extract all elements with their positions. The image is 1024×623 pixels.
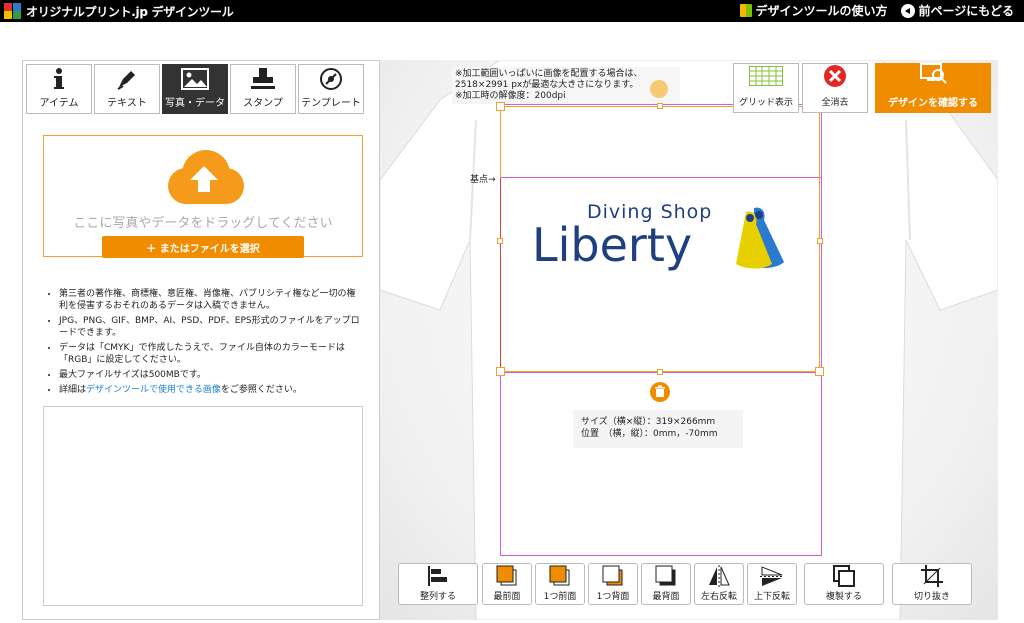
size-readout: サイズ（横×縦）：319×266mm bbox=[581, 417, 716, 427]
grid-toggle-button[interactable]: グリッド表示 bbox=[733, 63, 799, 113]
trash-icon[interactable] bbox=[650, 382, 670, 402]
tab-text[interactable]: テキスト bbox=[94, 64, 160, 114]
note-item: 最大ファイルサイズは500MBです。 bbox=[59, 369, 363, 381]
dropzone-text: ここに写真やデータをドラッグしてください bbox=[73, 216, 333, 231]
clear-button-label: 全消去 bbox=[821, 98, 849, 108]
resize-handle-bl[interactable] bbox=[496, 367, 505, 376]
resize-handle-left[interactable] bbox=[497, 238, 503, 244]
origin-point-label: 基点→ bbox=[470, 175, 496, 185]
top-bar: オリジナルプリント.jp デザインツール デザインツールの使い方 前ページにもど… bbox=[0, 0, 1024, 22]
confirm-design-button[interactable]: デザインを確認する bbox=[875, 63, 991, 113]
upload-dropzone[interactable]: ここに写真やデータをドラッグしてください ＋ またはファイルを選択 bbox=[43, 135, 363, 258]
logo-cubes-icon bbox=[4, 3, 22, 19]
back-link-label: 前ページにもどる bbox=[918, 4, 1014, 18]
resize-handle-tl[interactable] bbox=[496, 102, 505, 111]
tab-label: アイテム bbox=[39, 98, 79, 109]
tool-label: 上下反転 bbox=[753, 592, 790, 602]
tool-label: 1つ背面 bbox=[596, 592, 630, 602]
bring-forward-icon bbox=[549, 564, 571, 587]
duplicate-button[interactable]: 複製する bbox=[804, 563, 884, 605]
position-readout: 位置 （横，縦）：0mm，-70mm bbox=[581, 429, 718, 439]
send-backward-button[interactable]: 1つ背面 bbox=[588, 563, 638, 605]
tab-label: 写真・データ bbox=[165, 98, 225, 109]
note-line: ※加工時の解像度：200dpi bbox=[455, 91, 566, 101]
tool-label: 最背面 bbox=[652, 592, 680, 602]
grid-button-label: グリッド表示 bbox=[738, 98, 793, 108]
back-arrow-icon bbox=[901, 3, 916, 18]
resize-handle-bottom[interactable] bbox=[657, 369, 663, 375]
left-panel: アイテム テキスト 写真・データ スタンプ テンプレート ここに写真やデータをド… bbox=[22, 60, 380, 620]
book-icon bbox=[740, 4, 753, 17]
flip-horizontal-icon bbox=[707, 564, 731, 587]
uploaded-images-box[interactable] bbox=[43, 406, 363, 606]
flip-vertical-icon bbox=[760, 564, 784, 587]
stamp-icon bbox=[250, 66, 276, 92]
resize-handle-br[interactable] bbox=[815, 367, 824, 376]
note-line: 2518×2991 pxが最適な大きさになります。 bbox=[455, 80, 639, 90]
print-area-note: ※加工範囲いっぱいに画像を配置する場合は、 2518×2991 pxが最適な大き… bbox=[452, 67, 680, 104]
note-line: ※加工範囲いっぱいに画像を配置する場合は、 bbox=[455, 69, 643, 79]
tab-item[interactable]: アイテム bbox=[26, 64, 92, 114]
resize-handle-top[interactable] bbox=[657, 103, 663, 109]
tool-label: 1つ前面 bbox=[543, 592, 577, 602]
send-backward-icon bbox=[602, 564, 624, 587]
pen-icon bbox=[115, 66, 139, 92]
tool-label: 複製する bbox=[825, 592, 862, 602]
crop-button[interactable]: 切り抜き bbox=[892, 563, 972, 605]
bring-to-front-icon bbox=[496, 564, 518, 587]
image-icon bbox=[181, 66, 209, 92]
logo-text: オリジナルプリント.jp デザインツール bbox=[26, 4, 234, 19]
flip-horizontal-button[interactable]: 左右反転 bbox=[694, 563, 744, 605]
tool-label: 整列する bbox=[419, 592, 456, 602]
resize-handle-right[interactable] bbox=[817, 238, 823, 244]
cloud-upload-icon bbox=[156, 148, 252, 208]
duplicate-icon bbox=[833, 564, 855, 587]
tab-label: スタンプ bbox=[243, 98, 283, 109]
align-button[interactable]: 整列する bbox=[398, 563, 478, 605]
help-link[interactable]: デザインツールの使い方 bbox=[740, 2, 887, 19]
crop-icon bbox=[921, 564, 943, 587]
upload-notes: 第三者の著作権、商標権、意匠権、肖像権、パブリシティ権など一切の権利を侵害するお… bbox=[47, 288, 363, 399]
preview-monitor-icon bbox=[918, 63, 948, 88]
note-item: 第三者の著作権、商標権、意匠権、肖像権、パブリシティ権など一切の権利を侵害するお… bbox=[59, 288, 363, 312]
info-icon bbox=[52, 66, 66, 92]
logo-title: Liberty bbox=[532, 218, 693, 272]
tab-template[interactable]: テンプレート bbox=[298, 64, 364, 114]
diving-fins-icon bbox=[732, 206, 802, 272]
tool-label: 最前面 bbox=[493, 592, 521, 602]
send-to-back-button[interactable]: 最背面 bbox=[641, 563, 691, 605]
tab-photo-data[interactable]: 写真・データ bbox=[162, 64, 228, 114]
note-item: 詳細はデザインツールで使用できる画像をご参照ください。 bbox=[59, 384, 363, 396]
selection-edge-marker bbox=[500, 178, 501, 371]
design-canvas[interactable]: ※加工範囲いっぱいに画像を配置する場合は、 2518×2991 pxが最適な大き… bbox=[380, 60, 998, 620]
align-icon bbox=[427, 564, 449, 587]
note-text: 詳細は bbox=[59, 385, 87, 395]
note-text: をご参照ください。 bbox=[220, 385, 302, 395]
tool-label: 左右反転 bbox=[700, 592, 737, 602]
tool-label: 切り抜き bbox=[913, 592, 950, 602]
usable-images-link[interactable]: デザインツールで使用できる画像 bbox=[86, 385, 221, 395]
back-link[interactable]: 前ページにもどる bbox=[901, 2, 1014, 19]
site-logo[interactable]: オリジナルプリント.jp デザインツール bbox=[4, 2, 234, 20]
note-item: JPG、PNG、GIF、BMP、AI、PSD、PDF、EPS形式のファイルをアッ… bbox=[59, 315, 363, 339]
confirm-button-label: デザインを確認する bbox=[888, 98, 978, 109]
tool-tabs: アイテム テキスト 写真・データ スタンプ テンプレート bbox=[26, 64, 364, 114]
rotate-icon[interactable] bbox=[650, 80, 668, 98]
note-item: データは「CMYK」で作成したうえで、ファイル自体のカラーモードは「RGB」に設… bbox=[59, 342, 363, 366]
grid-icon bbox=[749, 66, 783, 89]
send-to-back-icon bbox=[655, 564, 677, 587]
choose-file-button[interactable]: ＋ またはファイルを選択 bbox=[102, 236, 304, 258]
bring-to-front-button[interactable]: 最前面 bbox=[482, 563, 532, 605]
template-icon bbox=[319, 66, 343, 92]
tab-label: テキスト bbox=[107, 98, 147, 109]
size-position-info: サイズ（横×縦）：319×266mm 位置 （横，縦）：0mm，-70mm bbox=[573, 410, 743, 448]
help-link-label: デザインツールの使い方 bbox=[755, 4, 888, 18]
close-icon bbox=[823, 64, 847, 91]
tab-stamp[interactable]: スタンプ bbox=[230, 64, 296, 114]
tab-label: テンプレート bbox=[301, 98, 361, 109]
clear-all-button[interactable]: 全消去 bbox=[802, 63, 868, 113]
bring-forward-button[interactable]: 1つ前面 bbox=[535, 563, 585, 605]
flip-vertical-button[interactable]: 上下反転 bbox=[747, 563, 797, 605]
